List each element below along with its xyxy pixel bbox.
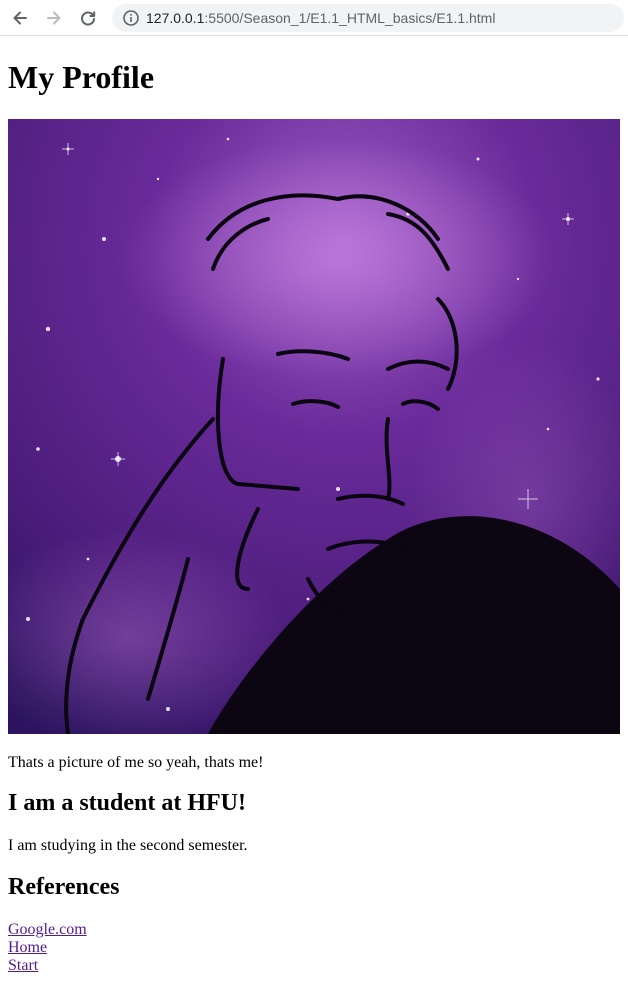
reload-icon [81,11,96,25]
url-host: 127.0.0.1 [146,9,205,26]
link-google[interactable]: Google.com [8,921,620,939]
address-bar[interactable]: 127.0.0.1:5500/Season_1/E1.1_HTML_basics… [112,3,624,32]
profile-image [8,119,620,734]
back-button[interactable] [4,2,36,34]
references-heading: References [8,874,120,900]
page-title: My Profile [8,59,155,95]
url-path: :5500/Season_1/E1.1_HTML_basics/E1.1.htm… [204,9,496,26]
info-icon[interactable] [122,9,140,27]
link-start[interactable]: Start [8,957,620,975]
references-list: Google.com Home Start [8,921,620,975]
browser-toolbar: 127.0.0.1:5500/Season_1/E1.1_HTML_basics… [0,0,628,36]
page-content: My Profile Thats a picture of me so yeah… [0,36,628,975]
image-caption: Thats a picture of me so yeah, thats me! [8,754,264,771]
study-text: I am studying in the second semester. [8,837,248,854]
link-home[interactable]: Home [8,939,620,957]
forward-button[interactable] [38,2,70,34]
reload-button[interactable] [72,2,104,34]
arrow-left-icon [13,11,27,24]
student-heading: I am a student at HFU! [8,790,246,816]
arrow-right-icon [47,11,61,24]
